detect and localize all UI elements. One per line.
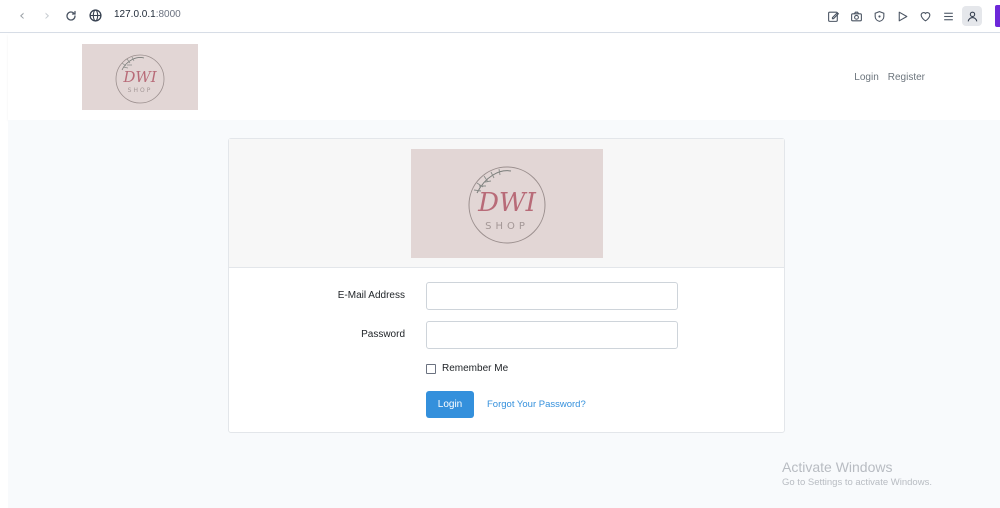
url-host: 127.0.0.1	[114, 9, 156, 20]
url-port: :8000	[155, 9, 181, 20]
svg-text:SHOP: SHOP	[485, 221, 529, 232]
svg-text:DWI: DWI	[122, 68, 157, 86]
browser-toolbar-icons	[822, 6, 982, 26]
menu-icon[interactable]	[937, 6, 960, 26]
watermark-subtitle: Go to Settings to activate Windows.	[782, 477, 932, 488]
password-label: Password	[361, 329, 405, 340]
logo-image: DWI SHOP	[468, 166, 546, 244]
app-navbar: DWI SHOP Login Register	[8, 34, 1000, 120]
email-label: E-Mail Address	[337, 290, 405, 301]
activate-windows-watermark: Activate Windows Go to Settings to activ…	[782, 459, 932, 488]
card-header: DWI SHOP	[229, 139, 784, 268]
remember-me-checkbox[interactable]	[426, 363, 436, 374]
forward-icon[interactable]: ›	[38, 7, 56, 25]
forgot-password-link[interactable]: Forgot Your Password?	[487, 399, 586, 410]
play-icon[interactable]	[891, 6, 914, 26]
remember-me-row: Remember Me	[426, 363, 508, 374]
auth-links: Login Register	[854, 72, 925, 83]
svg-text:DWI: DWI	[477, 188, 537, 218]
profile-icon[interactable]	[962, 6, 982, 26]
logo-image: DWI SHOP	[115, 54, 165, 104]
svg-text:SHOP: SHOP	[128, 87, 153, 94]
remember-me-label[interactable]: Remember Me	[442, 363, 508, 374]
browser-toolbar: ‹ › 127.0.0.1:8000	[0, 0, 1000, 33]
shield-icon[interactable]	[868, 6, 891, 26]
heart-icon[interactable]	[914, 6, 937, 26]
reload-icon[interactable]	[62, 7, 80, 25]
camera-icon[interactable]	[845, 6, 868, 26]
shop-logo[interactable]: DWI SHOP	[82, 44, 198, 110]
edit-icon[interactable]	[822, 6, 845, 26]
card-logo: DWI SHOP	[411, 149, 603, 258]
email-field[interactable]	[426, 282, 678, 310]
globe-icon	[89, 9, 102, 22]
back-icon[interactable]: ‹	[13, 7, 31, 25]
address-bar[interactable]: 127.0.0.1:8000	[114, 9, 181, 20]
extension-accent-strip	[995, 5, 1000, 27]
watermark-title: Activate Windows	[782, 459, 893, 475]
nav-register-link[interactable]: Register	[888, 72, 925, 83]
nav-login-link[interactable]: Login	[854, 72, 878, 83]
password-field[interactable]	[426, 321, 678, 349]
login-button[interactable]: Login	[426, 391, 474, 418]
login-card: DWI SHOP E-Mail Address Password Remembe…	[228, 138, 785, 433]
